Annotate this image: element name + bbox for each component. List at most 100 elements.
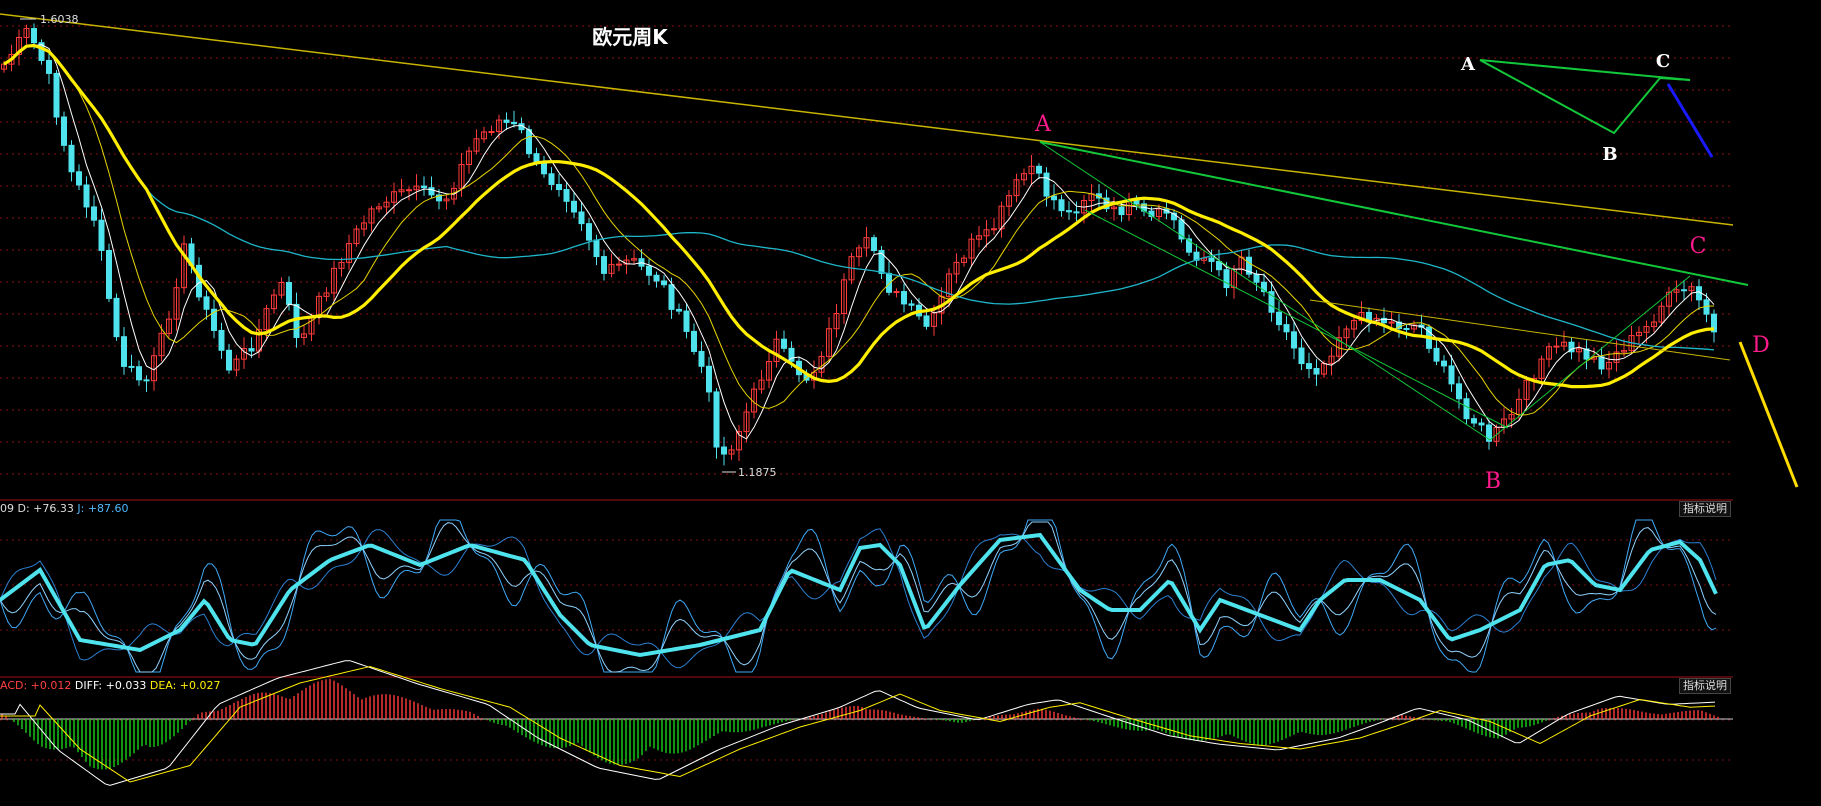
wave-label-a: A: [1034, 112, 1052, 137]
candle-body: [1051, 195, 1057, 201]
candle-body: [46, 59, 52, 74]
candle-body: [1681, 289, 1687, 292]
macd-help-button[interactable]: 指标说明: [1679, 678, 1731, 694]
candle-body: [1313, 368, 1320, 375]
candle-body: [1553, 345, 1560, 348]
candle-body: [1276, 311, 1282, 326]
candle-body: [511, 121, 517, 125]
candle-body: [143, 379, 150, 382]
candle-body: [1283, 324, 1290, 333]
candle-body: [661, 280, 667, 286]
candle-body: [1043, 172, 1050, 197]
candle-body: [488, 131, 495, 134]
macd-dea-value: DEA: +0.027: [149, 679, 221, 692]
kdj-help-button[interactable]: 指标说明: [1679, 501, 1731, 517]
candle-body: [578, 211, 585, 225]
long-term-trendline: [0, 13, 1734, 226]
candle-body: [923, 315, 930, 327]
candle-body: [893, 291, 900, 294]
price-high-annotation: 1.6038: [20, 13, 79, 26]
candle-body: [128, 365, 135, 368]
candle-body: [1448, 365, 1455, 385]
ma-5-line: [3, 44, 1715, 440]
kdj-j-value: J: +87.60: [77, 502, 129, 515]
candle-body: [68, 144, 75, 173]
candle-body: [571, 200, 577, 213]
kdj-panel: [0, 519, 1718, 673]
price-low-label: 1.1875: [738, 466, 777, 479]
candle-body: [616, 263, 622, 266]
chart-title: 欧元周K: [592, 25, 669, 49]
candle-body: [1478, 422, 1485, 426]
wave-label-b: B: [1485, 469, 1501, 494]
trend-drawings: [0, 13, 1799, 488]
candle-body: [901, 291, 907, 305]
macd-value: ACD: +0.012: [0, 679, 72, 692]
candle-body: [31, 28, 37, 44]
candle-body: [1223, 269, 1230, 289]
candle-body: [563, 189, 570, 202]
candle-body: [1253, 273, 1260, 283]
candle-body: [1471, 418, 1477, 424]
candle-body: [286, 282, 292, 305]
candle-body: [121, 336, 127, 367]
macd-panel: [0, 660, 1719, 786]
candle-body: [203, 296, 210, 310]
wave-bc-line: [1489, 275, 1691, 441]
candle-body: [53, 72, 60, 118]
chart-stage: 欧元周K 1.6038 1.1875 A B C D A B C: [0, 13, 1799, 786]
candle-body: [871, 237, 877, 252]
legend-label-b: B: [1602, 144, 1617, 165]
wave-label-c: C: [1690, 234, 1707, 259]
legend-label-a: A: [1460, 54, 1476, 75]
candle-body: [83, 184, 90, 208]
candle-body: [226, 349, 232, 371]
candle-body: [1291, 331, 1297, 349]
candle-body: [76, 171, 82, 186]
ma-20-line: [3, 43, 1715, 389]
price-low-annotation: 1.1875: [722, 466, 777, 479]
candle-body: [593, 239, 600, 258]
support-line: [1309, 299, 1731, 361]
candle-body: [421, 185, 427, 189]
candle-body: [248, 348, 255, 352]
candle-body: [218, 329, 225, 351]
candle-body: [721, 446, 727, 455]
legend-projection-line: [1666, 83, 1714, 158]
candle-body: [61, 116, 67, 146]
candle-body: [706, 365, 712, 393]
candle-body: [1403, 328, 1410, 331]
macd-header: ACD: +0.012 DIFF: +0.033 DEA: +0.027: [0, 679, 221, 692]
candle-body: [676, 308, 682, 312]
candle-body: [503, 119, 510, 123]
wave-label-d: D: [1752, 333, 1770, 358]
kdj-header: 09 D: +76.33 J: +87.60: [0, 502, 129, 515]
candle-body: [1073, 211, 1080, 214]
ma-10-line: [3, 44, 1715, 416]
candle-body: [1036, 165, 1042, 174]
candle-body: [1456, 383, 1462, 400]
kdj-k-value: 09: [0, 502, 14, 515]
candle-body: [1463, 398, 1470, 420]
candle-body: [1441, 360, 1447, 367]
candle-body: [668, 284, 675, 310]
candle-body: [1433, 347, 1440, 362]
candle-body: [1388, 321, 1395, 324]
candle-body: [1598, 356, 1605, 370]
candle-body: [1306, 363, 1312, 370]
candle-body: [781, 338, 787, 349]
price-high-label: 1.6038: [40, 13, 79, 26]
candle-body: [683, 310, 690, 332]
candle-body: [908, 303, 915, 306]
projection-arrow-d: [1738, 341, 1799, 488]
candle-body: [586, 223, 592, 241]
kdj-d-value: D: +76.33: [17, 502, 74, 515]
candle-body: [98, 219, 105, 251]
macd-diff-value: DIFF: +0.033: [74, 679, 147, 692]
candle-body: [548, 173, 555, 185]
ma-60-line: [3, 44, 1715, 351]
candle-body: [601, 256, 607, 274]
candle-body: [1298, 347, 1305, 365]
legend-label-c: C: [1656, 51, 1670, 72]
candle-body: [1118, 206, 1125, 216]
